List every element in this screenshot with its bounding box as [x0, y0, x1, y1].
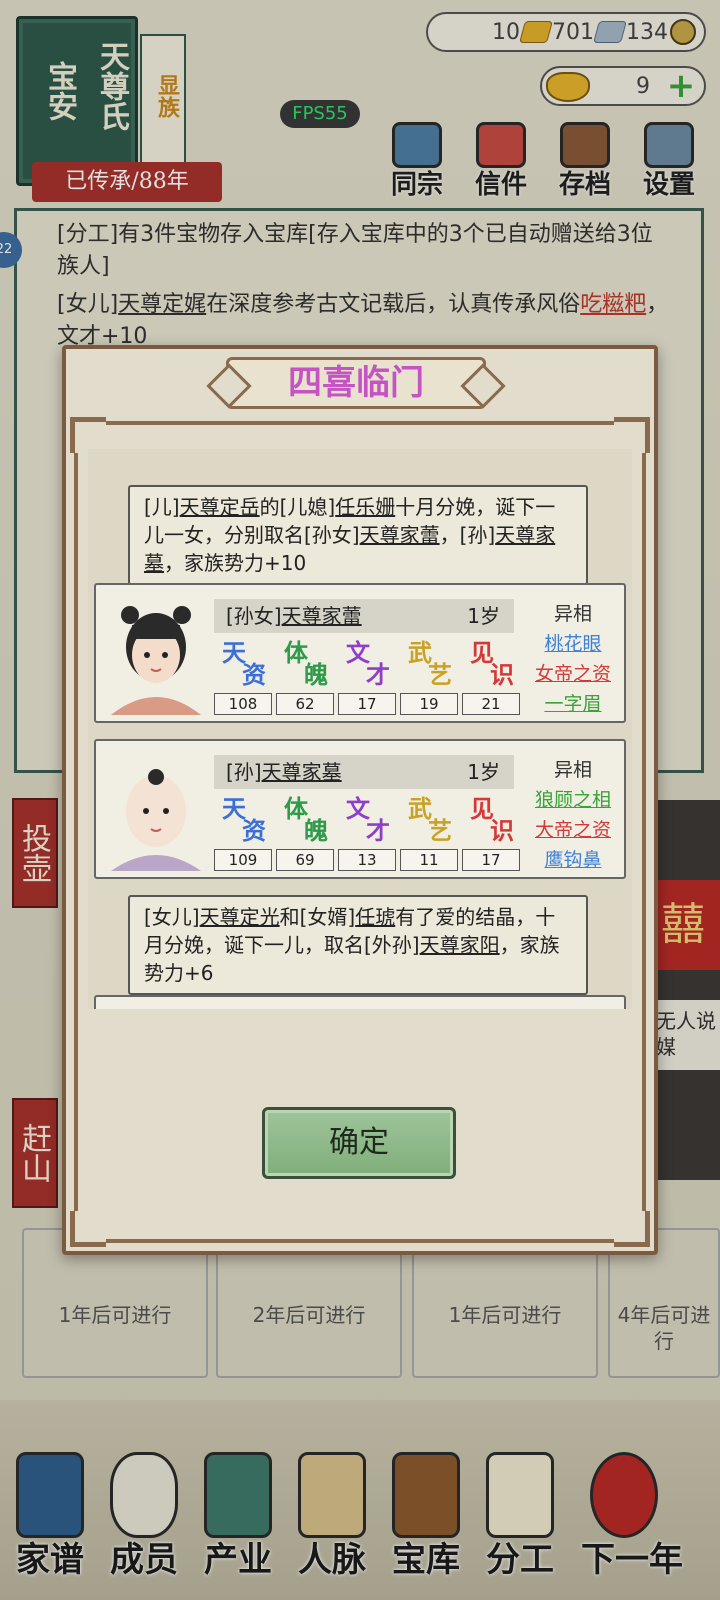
stat-value: 62	[276, 693, 334, 715]
stat-value: 69	[276, 849, 334, 871]
stat-value: 11	[400, 849, 458, 871]
event-text: [女儿]	[144, 905, 200, 929]
character-card[interactable]: [孙女]天尊家蕾 1岁 天资 108 体魄 62 文才 17 武艺 19 见识 21 异相…	[94, 583, 626, 723]
stat-label: 才	[366, 660, 390, 689]
dialog-scroll-list[interactable]: [儿]天尊定岳的[儿媳]任乐姗十月分娩，诞下一儿一女，分别取名[孙女]天尊家蕾，…	[88, 449, 632, 1009]
frame-corner	[614, 417, 650, 453]
stat-physique: 体魄 69	[276, 793, 336, 873]
event-text: [儿]	[144, 495, 180, 519]
stat-value: 19	[400, 693, 458, 715]
character-stats: 天资 109 体魄 69 文才 13 武艺 11 见识 17	[214, 793, 522, 873]
character-relation: [孙]	[226, 760, 262, 784]
stat-aptitude: 天资 108	[214, 637, 274, 717]
stat-value: 108	[214, 693, 272, 715]
person-link[interactable]: 天尊定岳	[180, 495, 260, 519]
trait-link[interactable]: 大帝之资	[526, 815, 620, 845]
character-name[interactable]: 天尊家墓	[262, 760, 342, 784]
frame-corner	[614, 1211, 650, 1247]
trait-link[interactable]: 一字眉	[526, 689, 620, 719]
stat-label: 魄	[304, 816, 328, 845]
trait-link[interactable]: 狼顾之相	[526, 785, 620, 815]
stat-martial: 武艺 11	[400, 793, 460, 873]
boy-portrait	[111, 769, 201, 871]
traits-heading: 异相	[553, 759, 592, 781]
character-name-bar: [孙]天尊家墓 1岁	[214, 755, 514, 789]
stat-literacy: 文才 17	[338, 637, 398, 717]
stat-label: 资	[242, 660, 266, 689]
event-text: ，家族势力+10	[164, 551, 307, 575]
birth-event: [女儿]天尊定光和[女婿]任琥有了爱的结晶，十月分娩，诞下一儿，取名[外孙]天尊…	[128, 895, 588, 995]
stat-value: 17	[462, 849, 520, 871]
frame-corner	[70, 417, 106, 453]
stat-label: 才	[366, 816, 390, 845]
stat-label: 艺	[428, 660, 452, 689]
stat-label: 魄	[304, 660, 328, 689]
trait-link[interactable]: 鹰钩鼻	[526, 845, 620, 875]
stat-label: 艺	[428, 816, 452, 845]
person-link[interactable]: 天尊家阳	[420, 933, 500, 957]
trait-link[interactable]: 女帝之资	[526, 659, 620, 689]
event-dialog: 四喜临门 [儿]天尊定岳的[儿媳]任乐姗十月分娩，诞下一儿一女，分别取名[孙女]…	[62, 345, 658, 1255]
confirm-button[interactable]: 确定	[262, 1107, 456, 1179]
character-relation: [孙女]	[226, 604, 282, 628]
dialog-title: 四喜临门	[226, 357, 486, 409]
stat-martial: 武艺 19	[400, 637, 460, 717]
stat-literacy: 文才 13	[338, 793, 398, 873]
person-link[interactable]: 天尊家蕾	[360, 523, 440, 547]
event-text: 和[女婿]	[279, 905, 356, 929]
birth-event: [儿]天尊定岳的[儿媳]任乐姗十月分娩，诞下一儿一女，分别取名[孙女]天尊家蕾，…	[128, 485, 588, 585]
stat-value: 13	[338, 849, 396, 871]
stat-knowledge: 见识 17	[462, 793, 522, 873]
trait-link[interactable]: 桃花眼	[526, 629, 620, 659]
stat-physique: 体魄 62	[276, 637, 336, 717]
girl-portrait	[111, 606, 201, 715]
character-age: 1岁	[467, 604, 500, 628]
person-link[interactable]: 任乐姗	[335, 495, 395, 519]
person-link[interactable]: 任琥	[355, 905, 395, 929]
event-text: 的[儿媳]	[259, 495, 336, 519]
stat-label: 资	[242, 816, 266, 845]
person-link[interactable]: 天尊定光	[200, 905, 280, 929]
traits-heading: 异相	[553, 603, 592, 625]
character-traits: 异相 桃花眼 女帝之资 一字眉	[526, 599, 620, 719]
character-name-bar: [孙女]天尊家蕾 1岁	[214, 599, 514, 633]
character-age: 1岁	[467, 760, 500, 784]
character-stats: 天资 108 体魄 62 文才 17 武艺 19 见识 21	[214, 637, 522, 717]
frame-corner	[70, 1211, 106, 1247]
stat-label: 识	[490, 816, 514, 845]
stat-knowledge: 见识 21	[462, 637, 522, 717]
stat-aptitude: 天资 109	[214, 793, 274, 873]
character-card[interactable]: [孙]天尊家墓 1岁 天资 109 体魄 69 文才 13 武艺 11 见识 17 异相 …	[94, 739, 626, 879]
stat-value: 17	[338, 693, 396, 715]
event-text: ，[孙]	[439, 523, 496, 547]
stat-value: 21	[462, 693, 520, 715]
character-card-partial[interactable]	[94, 995, 626, 1009]
stat-value: 109	[214, 849, 272, 871]
character-name[interactable]: 天尊家蕾	[282, 604, 362, 628]
character-traits: 异相 狼顾之相 大帝之资 鹰钩鼻	[526, 755, 620, 875]
stat-label: 识	[490, 660, 514, 689]
